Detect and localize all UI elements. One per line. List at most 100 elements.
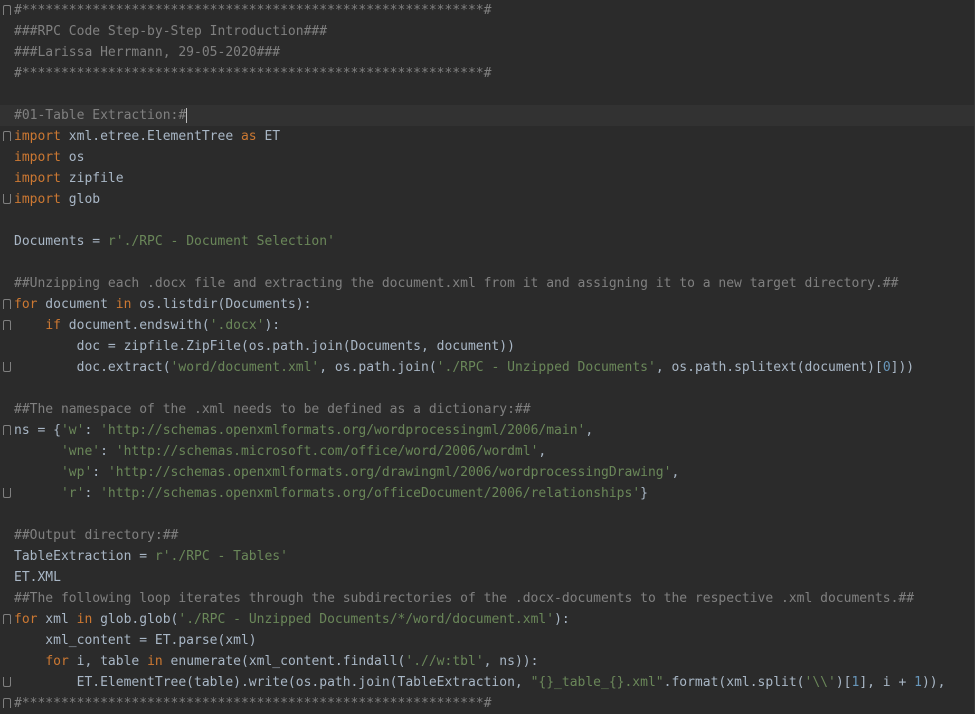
keyword-token: for bbox=[14, 297, 38, 312]
code-line[interactable]: #***************************************… bbox=[0, 63, 975, 84]
code-line[interactable]: import glob bbox=[0, 189, 975, 210]
fold-end-icon[interactable] bbox=[3, 488, 11, 498]
code-line[interactable]: #01-Table Extraction:# bbox=[0, 105, 975, 126]
fold-end-icon[interactable] bbox=[3, 362, 11, 372]
code-line[interactable]: ns = {'w': 'http://schemas.openxmlformat… bbox=[0, 420, 975, 441]
fold-start-icon[interactable] bbox=[3, 614, 11, 624]
code-line[interactable]: for document in os.listdir(Documents): bbox=[0, 294, 975, 315]
keyword-token: for bbox=[14, 612, 38, 627]
code-line[interactable]: #***************************************… bbox=[0, 0, 975, 21]
code-line[interactable] bbox=[0, 84, 975, 105]
code-text: xml_content = ET.parse(xml) bbox=[14, 630, 256, 651]
code-lines[interactable]: #***************************************… bbox=[0, 0, 975, 714]
code-line[interactable]: ##The following loop iterates through th… bbox=[0, 588, 975, 609]
plain-token: os bbox=[60, 150, 85, 165]
code-line[interactable]: for xml in glob.glob('./RPC - Unzipped D… bbox=[0, 609, 975, 630]
plain-token: xml.etree.ElementTree bbox=[60, 129, 241, 144]
code-line[interactable]: import xml.etree.ElementTree as ET bbox=[0, 126, 975, 147]
string-token: 'http://schemas.openxmlformats.org/offic… bbox=[100, 486, 641, 501]
code-line[interactable]: for i, table in enumerate(xml_content.fi… bbox=[0, 651, 975, 672]
string-token: 'r' bbox=[60, 486, 85, 501]
keyword-token: import bbox=[14, 129, 61, 144]
fold-start-icon[interactable] bbox=[3, 131, 11, 141]
code-line[interactable]: ##Unzipping each .docx file and extracti… bbox=[0, 273, 975, 294]
keyword-token: in bbox=[147, 654, 163, 669]
plain-token: , ns)): bbox=[483, 654, 539, 669]
string-token: 'wp' bbox=[60, 465, 93, 480]
keyword-token: if bbox=[45, 318, 61, 333]
string-token: './RPC - Unzipped Documents' bbox=[436, 360, 656, 375]
code-text: Documents = r'./RPC - Document Selection… bbox=[14, 231, 335, 252]
code-line[interactable]: ###Larissa Herrmann, 29-05-2020### bbox=[0, 42, 975, 63]
fold-start-icon[interactable] bbox=[3, 698, 11, 708]
code-text: for i, table in enumerate(xml_content.fi… bbox=[14, 651, 538, 672]
fold-start-icon[interactable] bbox=[3, 320, 11, 330]
string-token: 'word/document.xml' bbox=[170, 360, 320, 375]
comment-token: ###RPC Code Step-by-Step Introduction### bbox=[14, 24, 328, 39]
code-line[interactable]: ET.XML bbox=[0, 567, 975, 588]
plain-token: i, table bbox=[68, 654, 148, 669]
code-line[interactable] bbox=[0, 252, 975, 273]
code-line[interactable]: TableExtraction = r'./RPC - Tables' bbox=[0, 546, 975, 567]
code-text: if document.endswith('.docx'): bbox=[14, 315, 280, 336]
string-token: r'./RPC - Tables' bbox=[154, 549, 288, 564]
code-line[interactable] bbox=[0, 504, 975, 525]
code-text: ##Output directory:## bbox=[14, 525, 178, 546]
comment-token: ##The following loop iterates through th… bbox=[14, 591, 915, 606]
code-line[interactable]: 'r': 'http://schemas.openxmlformats.org/… bbox=[0, 483, 975, 504]
code-line[interactable] bbox=[0, 378, 975, 399]
code-text: #***************************************… bbox=[14, 693, 491, 714]
code-text: #01-Table Extraction:# bbox=[14, 105, 188, 126]
code-text: ##Unzipping each .docx file and extracti… bbox=[14, 273, 898, 294]
fold-start-icon[interactable] bbox=[3, 425, 11, 435]
code-line[interactable] bbox=[0, 210, 975, 231]
code-line[interactable]: 'wp': 'http://schemas.openxmlformats.org… bbox=[0, 462, 975, 483]
plain-token: doc = zipfile.ZipFile(os.path.join(Docum… bbox=[14, 339, 515, 354]
plain-token: } bbox=[640, 486, 648, 501]
code-text: 'r': 'http://schemas.openxmlformats.org/… bbox=[14, 483, 648, 504]
code-line[interactable]: import os bbox=[0, 147, 975, 168]
code-text: #***************************************… bbox=[14, 0, 491, 21]
plain-token: ): bbox=[554, 612, 570, 627]
string-token: './/w:tbl' bbox=[405, 654, 484, 669]
code-line[interactable]: ET.ElementTree(table).write(os.path.join… bbox=[0, 672, 975, 693]
fold-start-icon[interactable] bbox=[3, 5, 11, 15]
code-line[interactable]: ###RPC Code Step-by-Step Introduction### bbox=[0, 21, 975, 42]
fold-end-icon[interactable] bbox=[3, 194, 11, 204]
code-line[interactable]: ##The namespace of the .xml needs to be … bbox=[0, 399, 975, 420]
code-line[interactable]: ##Output directory:## bbox=[0, 525, 975, 546]
code-line[interactable]: #***************************************… bbox=[0, 693, 975, 714]
string-token: "{}_table_{}.xml" bbox=[530, 675, 664, 690]
code-text: ###Larissa Herrmann, 29-05-2020### bbox=[14, 42, 280, 63]
plain-token: , os.path.join( bbox=[319, 360, 437, 375]
code-line[interactable]: import zipfile bbox=[0, 168, 975, 189]
code-line[interactable]: 'wne': 'http://schemas.microsoft.com/off… bbox=[0, 441, 975, 462]
plain-token: glob bbox=[60, 192, 101, 207]
plain-token: enumerate(xml_content.findall( bbox=[162, 654, 406, 669]
plain-token: ns = { bbox=[14, 423, 61, 438]
code-text: ET.XML bbox=[14, 567, 61, 588]
plain-token: TableExtraction = bbox=[14, 549, 155, 564]
fold-end-icon[interactable] bbox=[3, 677, 11, 687]
fold-start-icon[interactable] bbox=[3, 299, 11, 309]
plain-token: ])) bbox=[890, 360, 915, 375]
code-text: doc = zipfile.ZipFile(os.path.join(Docum… bbox=[14, 336, 515, 357]
code-text: 'wne': 'http://schemas.microsoft.com/off… bbox=[14, 441, 546, 462]
comment-token: ##The namespace of the .xml needs to be … bbox=[14, 402, 531, 417]
string-token: 'http://schemas.openxmlformats.org/wordp… bbox=[100, 423, 586, 438]
comment-token: #***************************************… bbox=[14, 3, 492, 18]
string-token: '\\' bbox=[804, 675, 836, 690]
code-line[interactable]: Documents = r'./RPC - Document Selection… bbox=[0, 231, 975, 252]
comment-token: #***************************************… bbox=[14, 66, 492, 81]
text-caret bbox=[186, 108, 188, 123]
code-line[interactable]: xml_content = ET.parse(xml) bbox=[0, 630, 975, 651]
comment-token: #01-Table Extraction:# bbox=[14, 108, 187, 123]
keyword-token: import bbox=[14, 150, 61, 165]
code-line[interactable]: if document.endswith('.docx'): bbox=[0, 315, 975, 336]
code-editor[interactable]: #***************************************… bbox=[0, 0, 975, 713]
code-line[interactable]: doc.extract('word/document.xml', os.path… bbox=[0, 357, 975, 378]
keyword-token: in bbox=[76, 612, 93, 627]
code-line[interactable]: doc = zipfile.ZipFile(os.path.join(Docum… bbox=[0, 336, 975, 357]
